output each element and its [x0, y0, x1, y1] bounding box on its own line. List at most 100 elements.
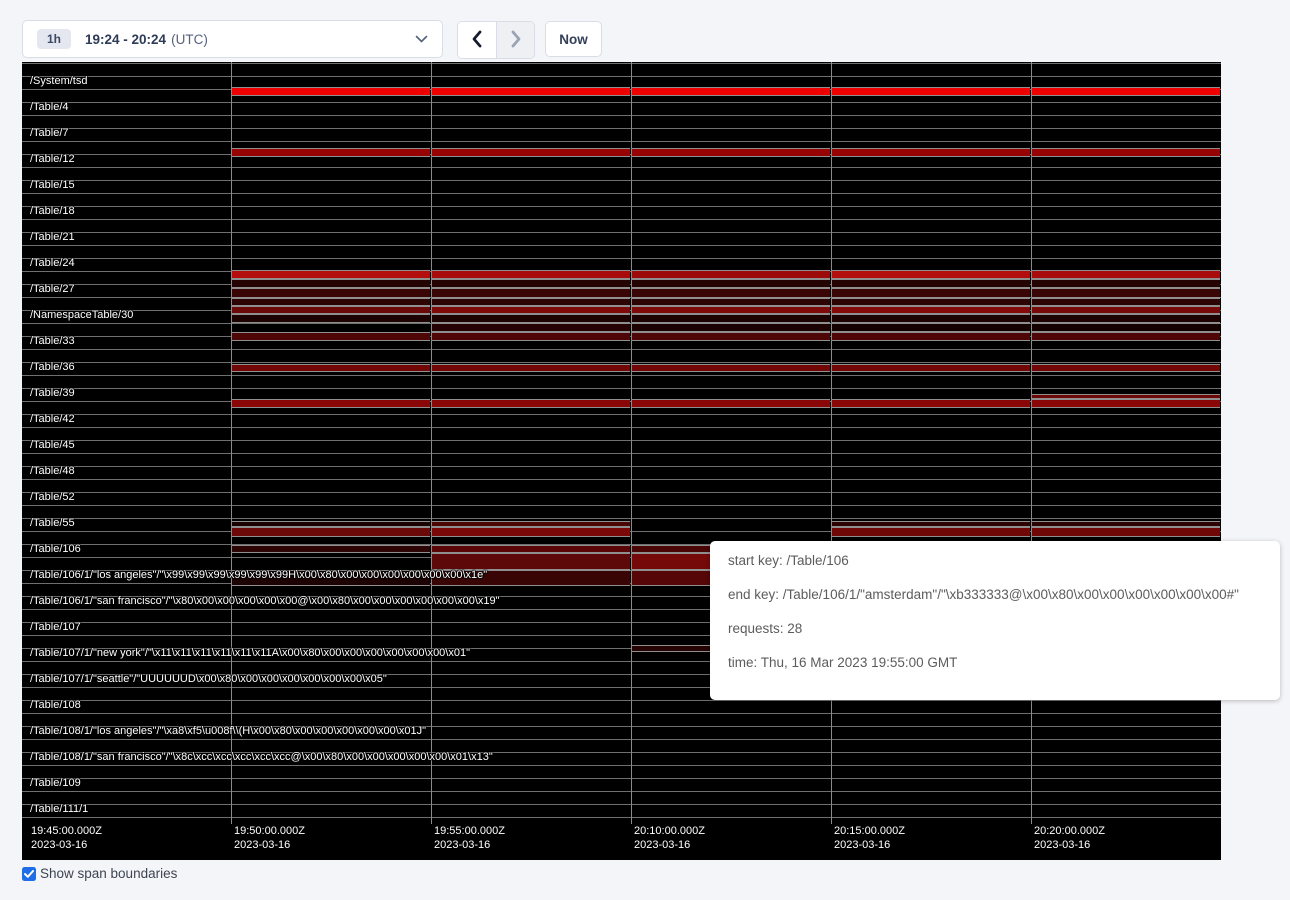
row-label: /Table/111/1: [30, 803, 88, 816]
heat-band: [432, 527, 630, 537]
range-duration-badge: 1h: [37, 29, 71, 49]
span-boundary-line: [22, 700, 1221, 701]
heat-band: [1032, 288, 1220, 298]
row-label: /Table/15: [30, 179, 75, 192]
span-boundary-line: [22, 141, 1221, 142]
heat-band: [632, 314, 830, 323]
span-boundary-line: [22, 63, 1221, 64]
span-boundary-line: [22, 492, 1221, 493]
span-boundary-line: [22, 765, 1221, 766]
heat-band: [632, 306, 830, 314]
span-boundary-line: [22, 232, 1221, 233]
heat-band: [232, 364, 430, 372]
heat-band: [832, 279, 1030, 288]
heat-band: [432, 364, 630, 372]
heat-band: [432, 332, 630, 341]
span-boundary-line: [22, 466, 1221, 467]
heat-band: [832, 298, 1030, 306]
time-gridline: [231, 62, 232, 824]
time-tick-label: 19:45:00.000Z2023-03-16: [31, 824, 102, 852]
row-label: /Table/33: [30, 335, 75, 348]
heat-band: [1032, 298, 1220, 306]
span-boundary-line: [22, 427, 1221, 428]
time-tick-label: 19:55:00.000Z2023-03-16: [434, 824, 505, 852]
row-label: /Table/106: [30, 543, 81, 556]
heat-band: [432, 87, 630, 96]
heat-band: [1032, 332, 1220, 341]
span-boundary-line: [22, 245, 1221, 246]
heat-band: [432, 545, 630, 553]
heat-band: [432, 399, 630, 408]
row-label: /Table/27: [30, 283, 75, 296]
heat-band: [632, 148, 830, 157]
heat-band: [1032, 148, 1220, 157]
heat-band: [232, 527, 430, 537]
row-label: /Table/24: [30, 257, 75, 270]
heat-band: [1032, 399, 1220, 408]
heat-band: [1032, 314, 1220, 323]
heat-band: [232, 148, 430, 157]
heat-band: [632, 364, 830, 372]
range-text: 19:24 - 20:24: [85, 32, 166, 47]
time-gridline: [631, 62, 632, 824]
heat-band: [432, 553, 630, 570]
span-boundary-line: [22, 518, 1221, 519]
time-gridline: [431, 62, 432, 824]
heat-band: [632, 270, 830, 279]
heat-band: [432, 279, 630, 288]
heat-band: [832, 314, 1030, 323]
chevron-down-icon: [415, 35, 428, 43]
footer-row: Show span boundaries: [22, 866, 177, 881]
span-boundary-line: [22, 180, 1221, 181]
span-boundary-line: [22, 817, 1221, 818]
heat-band: [232, 87, 430, 96]
span-boundary-line: [22, 479, 1221, 480]
heat-band: [632, 279, 830, 288]
heat-band: [1032, 279, 1220, 288]
time-range-select[interactable]: 1h 19:24 - 20:24 (UTC): [22, 20, 443, 58]
show-span-boundaries-checkbox[interactable]: [22, 867, 36, 881]
heat-band: [832, 148, 1030, 157]
heat-band: [1032, 527, 1220, 537]
row-label: /Table/45: [30, 439, 75, 452]
time-gridline: [1031, 62, 1032, 824]
time-tick-label: 20:20:00.000Z2023-03-16: [1034, 824, 1105, 852]
time-tick-label: 20:15:00.000Z2023-03-16: [834, 824, 905, 852]
heat-band: [832, 270, 1030, 279]
span-boundary-line: [22, 193, 1221, 194]
span-boundary-line: [22, 739, 1221, 740]
span-tooltip: start key: /Table/106 end key: /Table/10…: [710, 541, 1280, 700]
heat-band: [232, 314, 430, 323]
span-boundary-line: [22, 804, 1221, 805]
heat-band: [432, 298, 630, 306]
span-boundary-line: [22, 791, 1221, 792]
row-label: /Table/106/1/"san francisco"/"\x80\x00\x…: [30, 595, 500, 608]
heat-band: [432, 288, 630, 298]
span-boundary-line: [22, 167, 1221, 168]
row-label: /Table/18: [30, 205, 75, 218]
prev-interval-button[interactable]: [458, 22, 496, 58]
row-label: /Table/21: [30, 231, 75, 244]
next-interval-button[interactable]: [496, 22, 534, 58]
tooltip-start-key: start key: /Table/106: [728, 554, 1262, 568]
row-label: /Table/107: [30, 621, 81, 634]
span-boundary-line: [22, 128, 1221, 129]
heat-band: [832, 306, 1030, 314]
heat-band: [232, 399, 430, 408]
range-timezone: (UTC): [171, 32, 208, 47]
span-boundary-line: [22, 258, 1221, 259]
span-boundary-line: [22, 388, 1221, 389]
heat-band: [1032, 323, 1220, 332]
span-boundary-line: [22, 102, 1221, 103]
row-label: /Table/107/1/"new york"/"\x11\x11\x11\x1…: [30, 647, 470, 660]
heatmap-canvas[interactable]: /System/tsd/Table/4/Table/7/Table/12/Tab…: [22, 62, 1221, 860]
span-boundary-line: [22, 206, 1221, 207]
row-label: /NamespaceTable/30: [30, 309, 133, 322]
heat-band: [832, 527, 1030, 537]
heat-band: [632, 87, 830, 96]
heat-band: [632, 288, 830, 298]
now-button[interactable]: Now: [545, 21, 602, 57]
tooltip-time: time: Thu, 16 Mar 2023 19:55:00 GMT: [728, 656, 1262, 670]
show-span-boundaries-label: Show span boundaries: [40, 866, 177, 881]
span-boundary-line: [22, 76, 1221, 77]
